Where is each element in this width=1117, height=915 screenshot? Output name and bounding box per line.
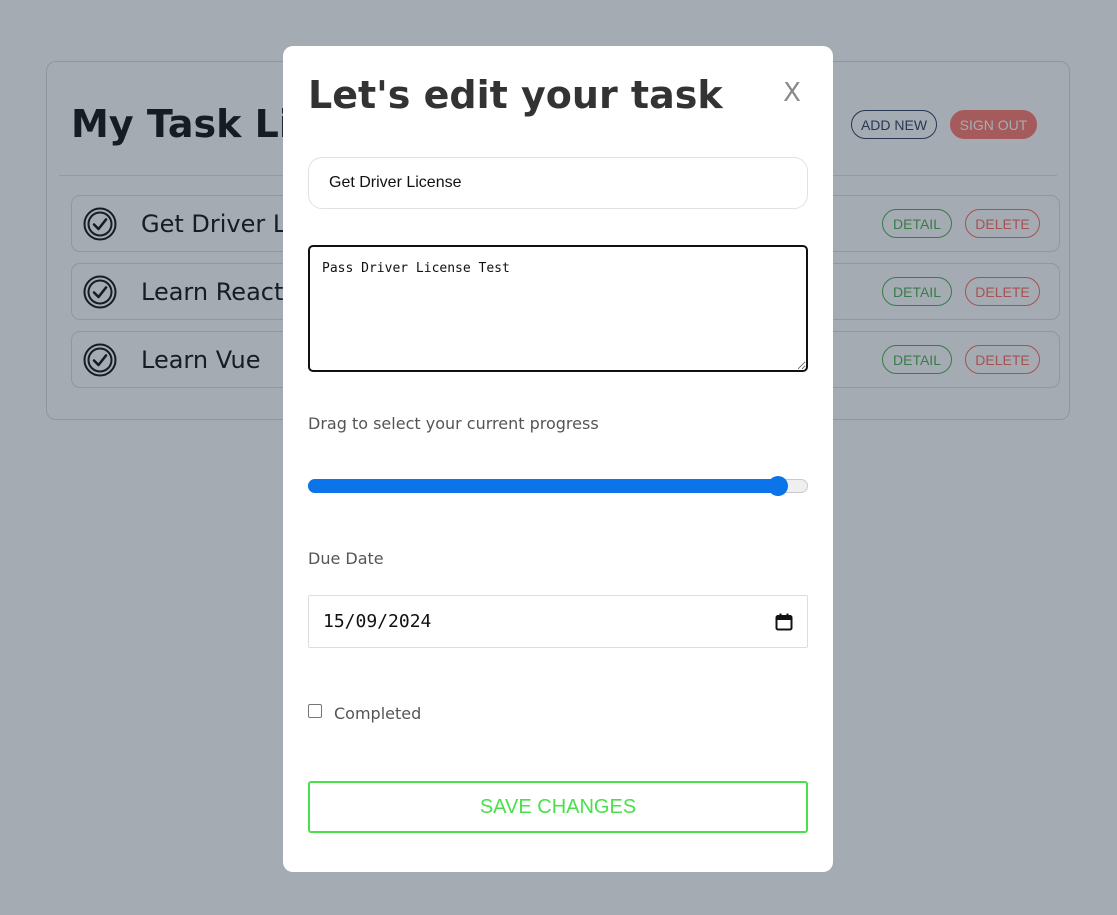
progress-slider[interactable] — [308, 476, 808, 496]
due-date-input[interactable]: 15/09/2024 — [308, 595, 808, 648]
edit-task-modal: Let's edit your task X Pass Driver Licen… — [283, 46, 833, 872]
task-description-textarea[interactable]: Pass Driver License Test — [308, 245, 808, 372]
due-date-value: 15/09/2024 — [323, 611, 432, 632]
progress-slider-thumb[interactable] — [768, 476, 788, 496]
due-date-label: Due Date — [308, 549, 384, 568]
modal-title: Let's edit your task — [308, 73, 723, 117]
progress-slider-fill — [308, 479, 778, 493]
save-changes-button[interactable]: SAVE CHANGES — [308, 781, 808, 833]
progress-label: Drag to select your current progress — [308, 414, 599, 433]
close-button[interactable]: X — [779, 78, 805, 108]
task-title-input[interactable] — [308, 157, 808, 209]
completed-checkbox[interactable] — [308, 704, 322, 718]
completed-label: Completed — [334, 704, 422, 723]
calendar-icon[interactable] — [775, 613, 793, 631]
